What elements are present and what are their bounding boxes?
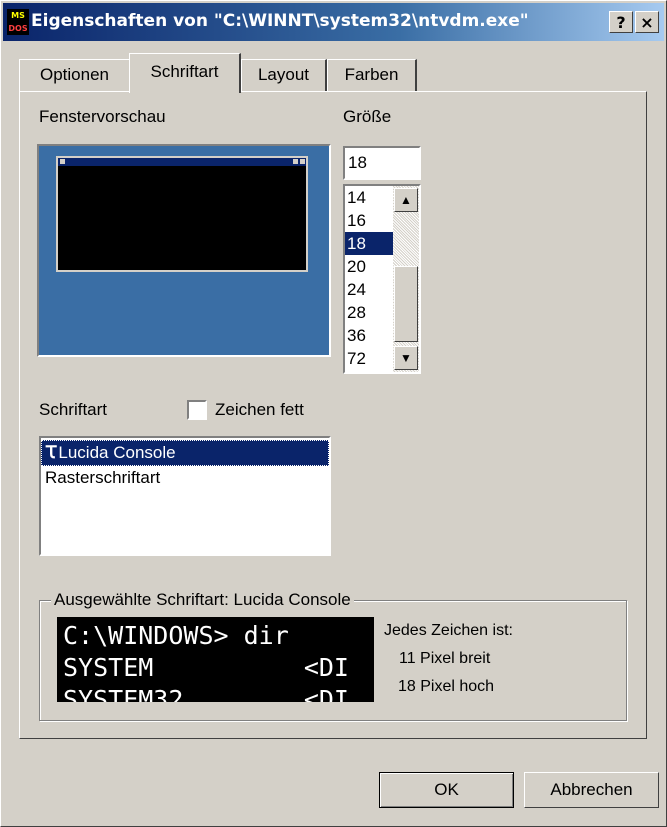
char-width-text: 11 Pixel breit xyxy=(399,650,491,667)
scroll-thumb[interactable] xyxy=(394,266,418,342)
msdos-app-icon: MS DOS xyxy=(7,9,29,35)
size-list[interactable]: 14 16 18 20 24 28 36 72 ▲ ▼ xyxy=(343,184,421,374)
tab-layout[interactable]: Layout xyxy=(241,59,327,91)
tab-schriftart[interactable]: Schriftart xyxy=(129,53,241,93)
bold-checkbox-label[interactable]: Zeichen fett xyxy=(215,400,304,420)
title-bar[interactable]: MS DOS Eigenschaften von "C:\WINNT\syste… xyxy=(3,3,664,41)
app-icon-bottom-text: DOS xyxy=(8,24,28,33)
size-option-14[interactable]: 14 xyxy=(345,186,393,209)
size-option-16[interactable]: 16 xyxy=(345,209,393,232)
sample-line-2: SYSTEM <DI xyxy=(63,653,349,682)
truetype-icon: Ꚍ xyxy=(46,443,57,463)
size-option-36[interactable]: 36 xyxy=(345,324,393,347)
active-tab-join xyxy=(130,90,239,93)
selected-font-group-label: Ausgewählte Schriftart: Lucida Console xyxy=(51,590,354,610)
tab-farben[interactable]: Farben xyxy=(327,59,417,91)
window-preview xyxy=(37,144,331,357)
size-label: Größe xyxy=(343,107,392,126)
tab-optionen[interactable]: Optionen xyxy=(19,59,131,91)
size-option-72[interactable]: 72 xyxy=(345,347,393,370)
window-title: Eigenschaften von "C:\WINNT\system32\ntv… xyxy=(31,11,529,31)
preview-close-icon xyxy=(300,159,305,164)
char-info-heading: Jedes Zeichen ist: xyxy=(384,622,513,639)
sample-line-3: SYSTEM32 <DI xyxy=(63,685,349,702)
preview-minimize-icon xyxy=(293,159,298,164)
scroll-up-button[interactable]: ▲ xyxy=(394,188,418,212)
font-sample-console: C:\WINDOWS> dir SYSTEM <DI SYSTEM32 <DI xyxy=(57,617,374,702)
char-height-text: 18 Pixel hoch xyxy=(398,678,495,695)
bold-checkbox[interactable] xyxy=(187,400,207,420)
font-label: Schriftart xyxy=(39,400,108,419)
size-option-18[interactable]: 18 xyxy=(345,232,393,255)
size-scrollbar[interactable]: ▲ ▼ xyxy=(393,186,419,372)
preview-label: Fenstervorschau xyxy=(39,107,166,126)
font-list[interactable]: Ꚍ Lucida Console Rasterschriftart xyxy=(39,436,331,556)
ok-button[interactable]: OK xyxy=(379,772,514,808)
sample-line-1: C:\WINDOWS> dir xyxy=(63,621,289,650)
size-option-20[interactable]: 20 xyxy=(345,255,393,278)
scroll-down-button[interactable]: ▼ xyxy=(394,346,418,370)
close-button[interactable]: × xyxy=(635,11,659,33)
size-input[interactable]: 18 xyxy=(343,146,421,180)
size-option-24[interactable]: 24 xyxy=(345,278,393,301)
font-item-lucida-console[interactable]: Ꚍ Lucida Console xyxy=(41,440,329,466)
help-button[interactable]: ? xyxy=(609,11,633,33)
preview-console-window xyxy=(56,156,308,272)
app-icon-top-text: MS xyxy=(11,11,25,20)
font-item-label: Lucida Console xyxy=(58,443,176,462)
properties-dialog: MS DOS Eigenschaften von "C:\WINNT\syste… xyxy=(0,0,667,827)
font-item-rasterschriftart[interactable]: Rasterschriftart xyxy=(41,466,329,490)
size-option-28[interactable]: 28 xyxy=(345,301,393,324)
cancel-button[interactable]: Abbrechen xyxy=(524,772,659,808)
preview-system-menu-icon xyxy=(60,159,65,164)
preview-title-bar xyxy=(58,158,306,166)
size-list-items: 14 16 18 20 24 28 36 72 xyxy=(345,186,393,370)
